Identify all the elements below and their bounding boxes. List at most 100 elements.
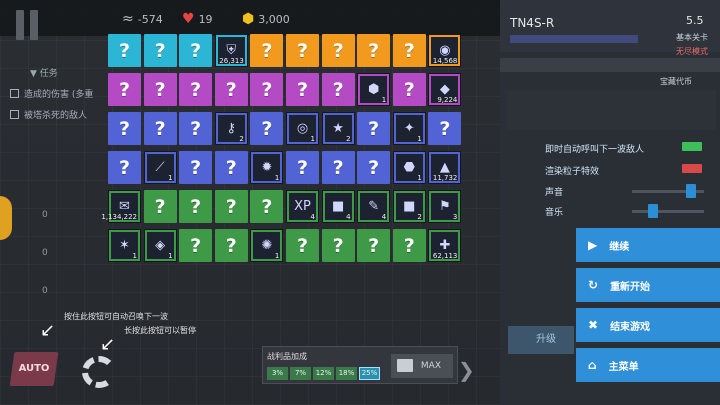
item-cell[interactable]: ⬢ 1	[357, 73, 391, 106]
item-cell[interactable]: ◉ 14,568	[428, 34, 462, 67]
unknown-item-cell[interactable]: ?	[179, 112, 213, 145]
unknown-item-cell[interactable]: ?	[250, 73, 284, 106]
item-cell[interactable]: ✹ 1	[250, 151, 284, 184]
unknown-item-cell[interactable]: ?	[392, 73, 426, 106]
item-cell[interactable]: ◎ 1	[286, 112, 319, 145]
item-cell[interactable]: ✺ 1	[250, 229, 284, 262]
speed-dial-icon[interactable]	[82, 356, 116, 388]
unknown-item-cell[interactable]: ?	[321, 229, 355, 262]
unknown-item-cell[interactable]: ?	[321, 151, 355, 184]
unknown-item-cell[interactable]: ?	[392, 229, 426, 262]
unknown-item-cell[interactable]: ?	[357, 112, 391, 145]
unknown-item-cell[interactable]: ?	[250, 34, 284, 67]
unknown-item-cell[interactable]: ?	[357, 151, 391, 184]
item-icon: XP	[294, 199, 311, 214]
item-count: 1	[274, 252, 280, 260]
unknown-item-cell[interactable]: ?	[286, 73, 319, 106]
question-mark-icon: ?	[118, 156, 131, 179]
item-cell[interactable]: ■ 2	[392, 190, 426, 223]
item-icon: ■	[403, 199, 416, 214]
auto-next-wave-toggle[interactable]	[682, 142, 702, 151]
item-cell[interactable]: ■ 4	[321, 190, 355, 223]
upgrade-button[interactable]: 升级	[508, 326, 574, 354]
loot-percentages: 3% 7% 12% 18% 25%	[267, 367, 380, 380]
unknown-item-cell[interactable]: ?	[108, 151, 141, 184]
unknown-item-cell[interactable]: ?	[143, 190, 177, 223]
unknown-item-cell[interactable]: ?	[321, 34, 355, 67]
restart-icon: ↻	[588, 278, 599, 292]
particles-toggle[interactable]	[682, 164, 702, 173]
tower-slot[interactable]: 0	[6, 234, 106, 274]
unknown-item-cell[interactable]: ?	[214, 229, 248, 262]
item-cell[interactable]: XP 4	[286, 190, 319, 223]
auto-button[interactable]: AUTO	[9, 352, 59, 386]
item-icon: ◈	[155, 238, 166, 253]
item-cell[interactable]: ⛨ 26,313	[214, 34, 248, 67]
item-count: 1,134,222	[101, 213, 137, 221]
item-cell[interactable]: ✶ 1	[108, 229, 141, 262]
hearts-counter: ♥ 19	[182, 11, 213, 27]
unknown-item-cell[interactable]: ?	[357, 229, 391, 262]
question-mark-icon: ?	[261, 78, 273, 101]
unknown-item-cell[interactable]: ?	[250, 112, 284, 145]
music-slider[interactable]	[632, 210, 704, 213]
item-icon: ✎	[368, 199, 380, 214]
item-icon: ✦	[403, 121, 415, 136]
unknown-item-cell[interactable]: ?	[250, 190, 284, 223]
item-cell[interactable]: ⚷ 2	[214, 112, 248, 145]
question-mark-icon: ?	[403, 78, 415, 101]
unknown-item-cell[interactable]: ?	[143, 112, 177, 145]
item-icon: ⚷	[226, 121, 237, 136]
end-game-button[interactable]: ✖ 结束游戏	[576, 308, 720, 342]
unknown-item-cell[interactable]: ?	[179, 73, 213, 106]
unknown-item-cell[interactable]: ?	[143, 34, 177, 67]
item-cell[interactable]: ◈ 1	[143, 229, 177, 262]
unknown-item-cell[interactable]: ?	[179, 229, 213, 262]
item-cell[interactable]: ▲ 11,732	[428, 151, 462, 184]
unknown-item-cell[interactable]: ?	[357, 34, 391, 67]
unknown-item-cell[interactable]: ?	[214, 73, 248, 106]
item-cell[interactable]: ◆ 9,224	[428, 73, 462, 106]
continue-button[interactable]: ▶ 继续	[576, 228, 720, 262]
item-cell[interactable]: ★ 2	[321, 112, 355, 145]
main-menu-button[interactable]: ⌂ 主菜单	[576, 348, 720, 382]
unknown-item-cell[interactable]: ?	[321, 73, 355, 106]
checkbox[interactable]	[10, 89, 19, 98]
unknown-item-cell[interactable]: ?	[179, 34, 213, 67]
question-mark-icon: ?	[261, 195, 273, 218]
music-slider-knob[interactable]	[648, 204, 658, 218]
item-count: 1	[168, 174, 173, 182]
pause-button[interactable]	[12, 10, 44, 40]
sound-slider-knob[interactable]	[686, 184, 696, 198]
unknown-item-cell[interactable]: ?	[143, 73, 177, 106]
item-cell[interactable]: ✚ 62,113	[428, 229, 462, 262]
unknown-item-cell[interactable]: ?	[179, 190, 213, 223]
mission-item: 被塔杀死的敌人	[10, 108, 110, 121]
unknown-item-cell[interactable]: ?	[214, 190, 248, 223]
chevron-right-icon[interactable]: ❯	[458, 358, 475, 382]
item-cell[interactable]: ⚑ 3	[428, 190, 462, 223]
unknown-item-cell[interactable]: ?	[428, 112, 462, 145]
item-cell[interactable]: ⟋ 1	[143, 151, 177, 184]
unknown-item-cell[interactable]: ?	[179, 151, 213, 184]
unknown-item-cell[interactable]: ?	[214, 151, 248, 184]
checkbox[interactable]	[10, 110, 19, 119]
tower-slot[interactable]: 0	[6, 196, 106, 236]
tower-slot[interactable]: 0	[6, 272, 106, 312]
unknown-item-cell[interactable]: ?	[108, 112, 141, 145]
item-cell[interactable]: ✉ 1,134,222	[101, 190, 141, 223]
unknown-item-cell[interactable]: ?	[286, 229, 319, 262]
item-cell[interactable]: ⬣ 1	[392, 151, 426, 184]
unknown-item-cell[interactable]: ?	[108, 73, 141, 106]
unknown-item-cell[interactable]: ?	[108, 34, 141, 67]
loot-max-button[interactable]: MAX	[391, 354, 453, 378]
unknown-item-cell[interactable]: ?	[286, 34, 319, 67]
item-cell[interactable]: ✎ 4	[357, 190, 391, 223]
item-cell[interactable]: ✦ 1	[392, 112, 426, 145]
loot-percentage: 12%	[313, 367, 334, 380]
loot-bonus-panel: 战利品加成 3% 7% 12% 18% 25% MAX	[262, 346, 458, 384]
restart-button[interactable]: ↻ 重新开始	[576, 268, 720, 302]
unknown-item-cell[interactable]: ?	[392, 34, 426, 67]
curved-arrow-icon: ↙	[100, 334, 116, 355]
unknown-item-cell[interactable]: ?	[286, 151, 319, 184]
